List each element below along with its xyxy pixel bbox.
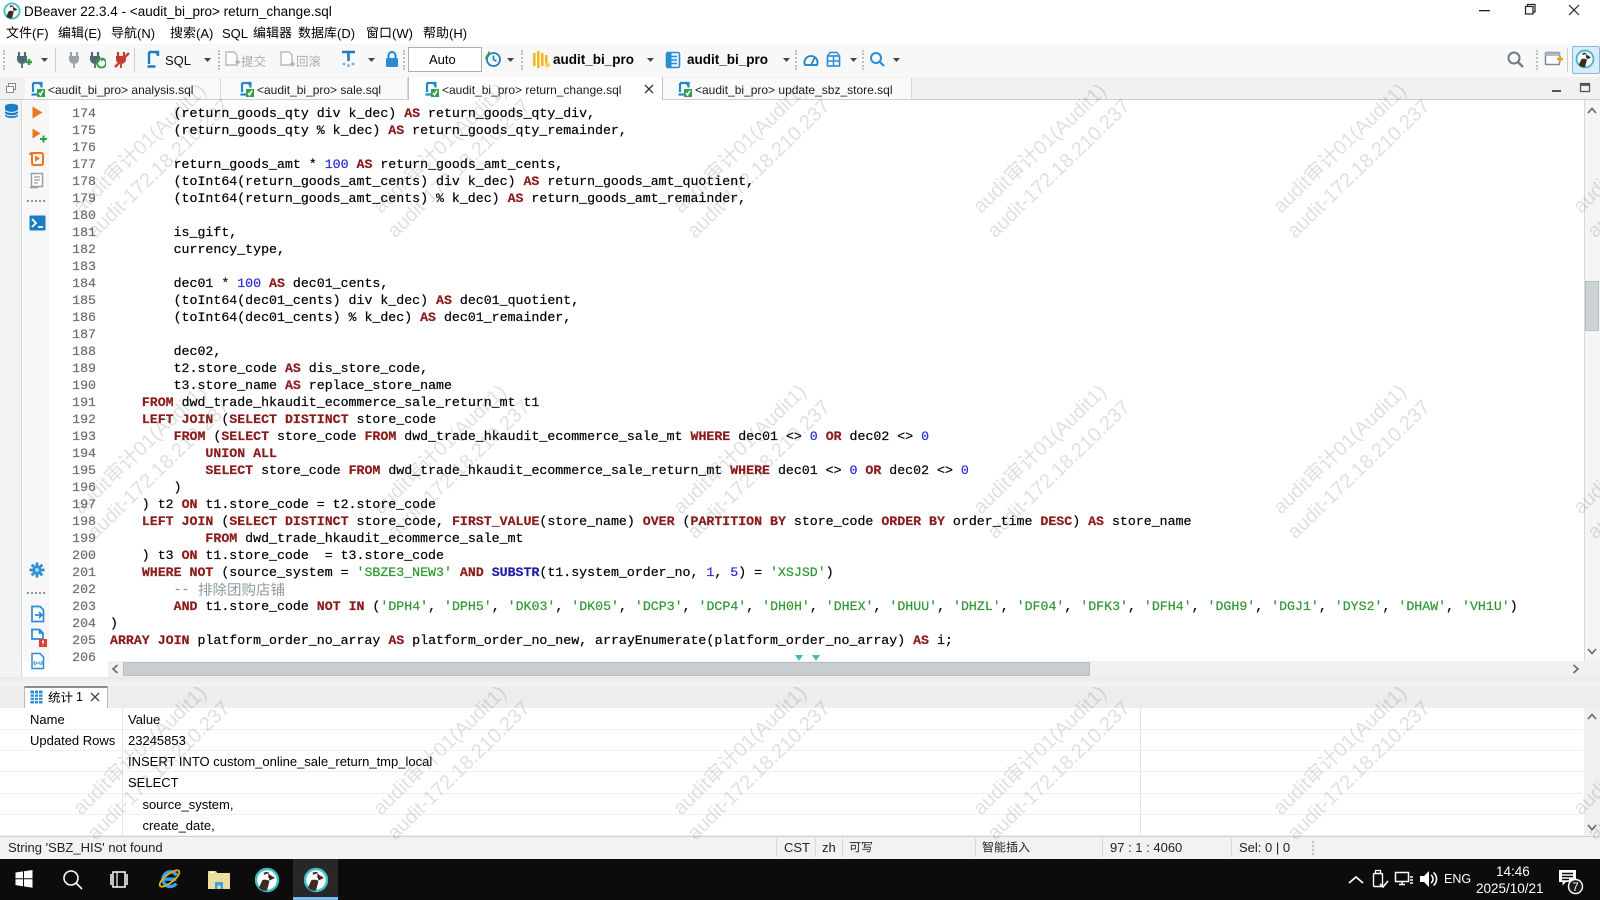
svg-text:7: 7 xyxy=(1572,882,1578,894)
